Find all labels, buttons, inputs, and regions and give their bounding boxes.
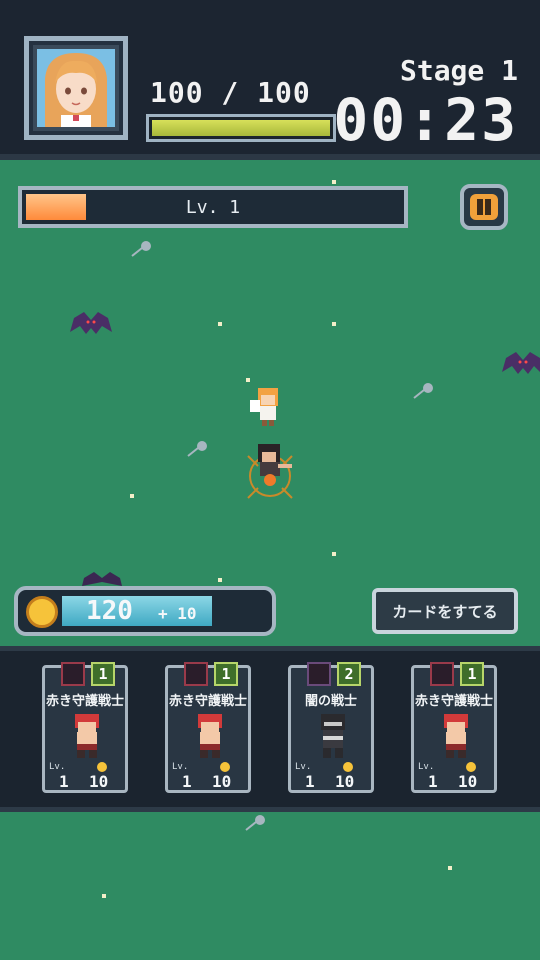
discard-card-label: カードをすてる [392, 603, 498, 621]
stone-icon [413, 383, 433, 399]
card-name: 闇の戦士 [304, 694, 357, 709]
coin-icon [220, 762, 230, 772]
card-level: 1 [182, 772, 192, 791]
player-character[interactable] [242, 442, 298, 500]
coin-icon [97, 762, 107, 772]
card-lv-label: Lv. [49, 762, 66, 772]
coin-amount: 120 [86, 596, 133, 626]
card-lv-label: Lv. [172, 762, 189, 772]
ground-speck [130, 494, 134, 498]
ground-speck [332, 322, 336, 326]
coin-counter: 120 + 10 [14, 586, 276, 636]
hp-bar-fill [152, 120, 330, 136]
ground-speck [102, 894, 106, 898]
stone-icon [187, 441, 207, 457]
shield-icon [430, 662, 454, 686]
red-hair-warrior-icon [75, 714, 99, 758]
card-level: 1 [428, 772, 438, 791]
hp-text: 100 / 100 [150, 76, 311, 109]
card-tray: 1 赤き守護戦士 Lv. 1 10 1 赤き守護戦士 Lv. 1 10 2 闇の… [0, 646, 540, 812]
ground-speck [246, 378, 250, 382]
player-portrait-icon [37, 49, 115, 127]
shield-icon [61, 662, 85, 686]
bat-enemy[interactable] [70, 310, 112, 340]
stage-label: Stage 1 [399, 54, 518, 87]
top-hud: 100 / 100 Stage 1 00:23 [0, 0, 540, 160]
card-level: 1 [305, 772, 315, 791]
xp-bar: Lv. 1 [18, 186, 408, 228]
stone-icon [131, 241, 151, 257]
unit-card[interactable]: 1 赤き守護戦士 Lv. 1 10 [411, 662, 497, 793]
pause-button[interactable] [460, 184, 508, 230]
ground-speck [448, 866, 452, 870]
bat-enemy[interactable] [502, 350, 540, 380]
red-hair-warrior-icon [198, 714, 222, 758]
shield-icon [184, 662, 208, 686]
avatar [37, 49, 115, 127]
card-name: 赤き守護戦士 [168, 694, 247, 709]
red-hair-warrior-icon [444, 714, 468, 758]
stage-timer: 00:23 [333, 86, 518, 154]
coin-icon [26, 596, 58, 628]
level-label: Lv. 1 [185, 197, 241, 218]
pause-icon [470, 194, 498, 220]
card-price: 10 [458, 772, 478, 791]
card-lv-label: Lv. [418, 762, 435, 772]
card-cost: 1 [214, 662, 238, 686]
discard-card-button[interactable]: カードをすてる [372, 588, 518, 634]
ground-speck [218, 578, 222, 582]
dark-warrior-icon [321, 714, 345, 758]
coin-icon [466, 762, 476, 772]
coin-bonus: + 10 [158, 604, 197, 623]
ground-speck [332, 552, 336, 556]
card-cost: 1 [460, 662, 484, 686]
battlefield[interactable] [0, 160, 540, 960]
card-cost: 2 [337, 662, 361, 686]
card-cost: 1 [91, 662, 115, 686]
unit-card[interactable]: 1 赤き守護戦士 Lv. 1 10 [42, 662, 128, 793]
unit-card[interactable]: 2 闇の戦士 Lv. 1 10 [288, 662, 374, 793]
card-level: 1 [59, 772, 69, 791]
card-name: 赤き守護戦士 [45, 694, 124, 709]
card-price: 10 [89, 772, 109, 791]
card-price: 10 [335, 772, 355, 791]
card-lv-label: Lv. [295, 762, 312, 772]
unit-card[interactable]: 1 赤き守護戦士 Lv. 1 10 [165, 662, 251, 793]
sword-icon [307, 662, 331, 686]
card-price: 10 [212, 772, 232, 791]
coin-icon [343, 762, 353, 772]
card-name: 赤き守護戦士 [414, 694, 493, 709]
ground-speck [218, 322, 222, 326]
ally-character[interactable] [250, 386, 286, 428]
stone-icon [245, 815, 265, 831]
ground-speck [332, 180, 336, 184]
hp-bar [146, 114, 336, 142]
player-portrait-frame[interactable] [24, 36, 128, 140]
